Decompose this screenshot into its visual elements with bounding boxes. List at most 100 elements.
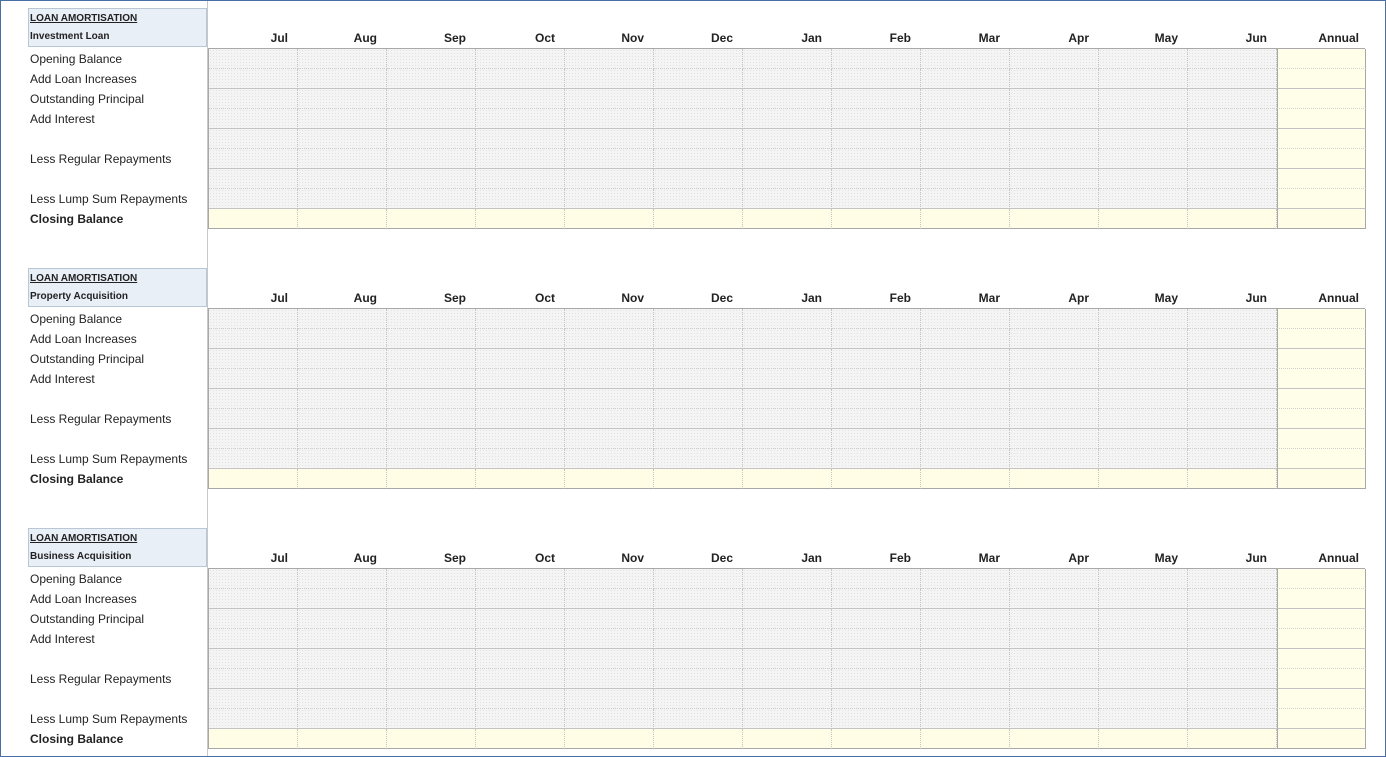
input-cell[interactable]	[476, 449, 565, 469]
input-cell[interactable]	[209, 109, 298, 129]
input-cell[interactable]	[921, 69, 1010, 89]
input-cell[interactable]	[565, 609, 654, 629]
closing-balance-cell[interactable]	[565, 469, 654, 489]
input-cell[interactable]	[921, 629, 1010, 649]
input-cell[interactable]	[565, 649, 654, 669]
input-cell[interactable]	[654, 589, 743, 609]
input-cell[interactable]	[298, 129, 387, 149]
input-cell[interactable]	[921, 649, 1010, 669]
input-cell[interactable]	[387, 669, 476, 689]
input-cell[interactable]	[921, 309, 1010, 329]
input-cell[interactable]	[476, 569, 565, 589]
input-cell[interactable]	[832, 69, 921, 89]
input-cell[interactable]	[1099, 709, 1188, 729]
input-cell[interactable]	[565, 309, 654, 329]
annual-cell[interactable]	[1277, 309, 1366, 329]
input-cell[interactable]	[1099, 409, 1188, 429]
input-cell[interactable]	[209, 69, 298, 89]
input-cell[interactable]	[476, 349, 565, 369]
closing-balance-cell[interactable]	[654, 729, 743, 749]
annual-cell[interactable]	[1277, 689, 1366, 709]
input-cell[interactable]	[565, 89, 654, 109]
input-cell[interactable]	[209, 609, 298, 629]
input-cell[interactable]	[1099, 129, 1188, 149]
closing-balance-cell[interactable]	[1010, 209, 1099, 229]
input-cell[interactable]	[298, 189, 387, 209]
input-cell[interactable]	[832, 649, 921, 669]
input-cell[interactable]	[1010, 629, 1099, 649]
input-cell[interactable]	[565, 409, 654, 429]
input-cell[interactable]	[565, 429, 654, 449]
input-cell[interactable]	[1010, 649, 1099, 669]
input-cell[interactable]	[565, 449, 654, 469]
input-cell[interactable]	[1099, 689, 1188, 709]
input-cell[interactable]	[209, 89, 298, 109]
input-cell[interactable]	[1099, 649, 1188, 669]
closing-balance-cell[interactable]	[1010, 729, 1099, 749]
input-cell[interactable]	[1010, 589, 1099, 609]
closing-balance-cell[interactable]	[743, 469, 832, 489]
input-cell[interactable]	[209, 369, 298, 389]
closing-balance-cell[interactable]	[209, 469, 298, 489]
input-cell[interactable]	[1010, 129, 1099, 149]
input-cell[interactable]	[1010, 449, 1099, 469]
input-cell[interactable]	[1188, 109, 1277, 129]
input-cell[interactable]	[921, 169, 1010, 189]
input-cell[interactable]	[1099, 69, 1188, 89]
input-cell[interactable]	[832, 449, 921, 469]
input-cell[interactable]	[1188, 609, 1277, 629]
input-cell[interactable]	[743, 149, 832, 169]
input-cell[interactable]	[743, 429, 832, 449]
input-cell[interactable]	[387, 629, 476, 649]
input-cell[interactable]	[565, 709, 654, 729]
input-cell[interactable]	[387, 409, 476, 429]
input-cell[interactable]	[1010, 409, 1099, 429]
input-cell[interactable]	[1099, 189, 1188, 209]
input-cell[interactable]	[921, 429, 1010, 449]
input-cell[interactable]	[921, 609, 1010, 629]
input-cell[interactable]	[743, 129, 832, 149]
closing-balance-cell[interactable]	[1010, 469, 1099, 489]
input-cell[interactable]	[387, 89, 476, 109]
input-cell[interactable]	[654, 349, 743, 369]
input-cell[interactable]	[1010, 369, 1099, 389]
input-cell[interactable]	[654, 189, 743, 209]
input-cell[interactable]	[209, 409, 298, 429]
input-cell[interactable]	[1188, 689, 1277, 709]
input-cell[interactable]	[476, 389, 565, 409]
input-cell[interactable]	[832, 169, 921, 189]
input-cell[interactable]	[298, 309, 387, 329]
input-cell[interactable]	[1099, 589, 1188, 609]
annual-cell[interactable]	[1277, 469, 1366, 489]
closing-balance-cell[interactable]	[298, 729, 387, 749]
input-cell[interactable]	[476, 649, 565, 669]
input-cell[interactable]	[387, 329, 476, 349]
input-cell[interactable]	[921, 369, 1010, 389]
annual-cell[interactable]	[1277, 629, 1366, 649]
input-cell[interactable]	[1188, 669, 1277, 689]
input-cell[interactable]	[832, 309, 921, 329]
input-cell[interactable]	[654, 169, 743, 189]
input-cell[interactable]	[1188, 129, 1277, 149]
annual-cell[interactable]	[1277, 609, 1366, 629]
closing-balance-cell[interactable]	[565, 209, 654, 229]
input-cell[interactable]	[476, 709, 565, 729]
input-cell[interactable]	[209, 349, 298, 369]
closing-balance-cell[interactable]	[832, 469, 921, 489]
input-cell[interactable]	[832, 629, 921, 649]
closing-balance-cell[interactable]	[298, 209, 387, 229]
input-cell[interactable]	[832, 689, 921, 709]
input-cell[interactable]	[654, 649, 743, 669]
input-cell[interactable]	[1010, 689, 1099, 709]
input-cell[interactable]	[743, 329, 832, 349]
annual-cell[interactable]	[1277, 329, 1366, 349]
input-cell[interactable]	[476, 669, 565, 689]
input-cell[interactable]	[476, 589, 565, 609]
annual-cell[interactable]	[1277, 149, 1366, 169]
annual-cell[interactable]	[1277, 69, 1366, 89]
input-cell[interactable]	[1099, 89, 1188, 109]
input-cell[interactable]	[209, 709, 298, 729]
input-cell[interactable]	[743, 669, 832, 689]
input-cell[interactable]	[209, 49, 298, 69]
input-cell[interactable]	[832, 429, 921, 449]
